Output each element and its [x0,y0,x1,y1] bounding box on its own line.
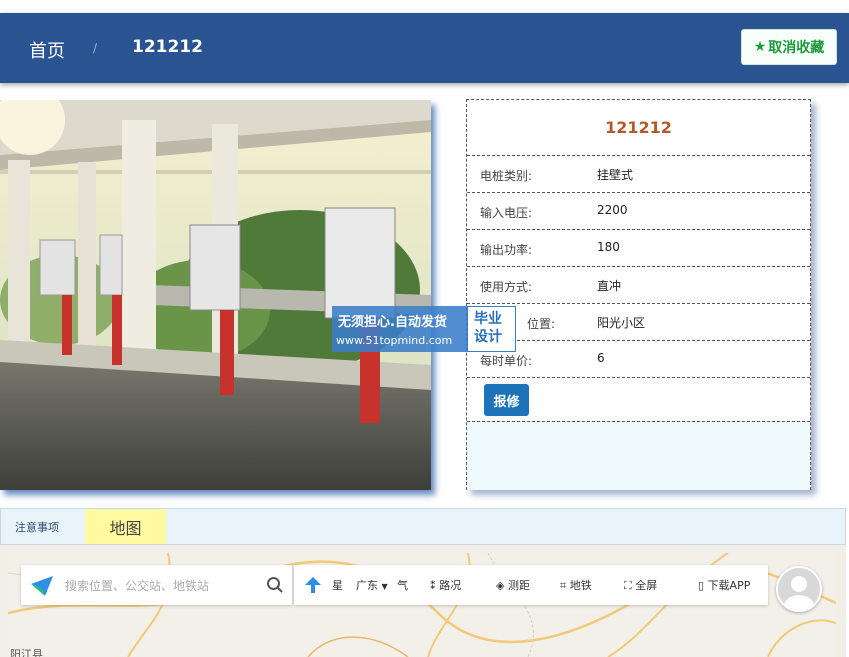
row-label: 位置: [527,317,556,331]
watermark: 无须担心.自动发货 www.51topmind.com 毕业 设计 [332,306,516,352]
row-label: 电桩类别: [480,169,533,183]
row-label: 使用方式: [480,280,533,294]
charging-station-image [0,100,431,490]
watermark-badge-line2: 设计 [474,329,502,345]
watermark-badge: 毕业 设计 [467,306,516,352]
panel-footer [467,421,810,490]
subway-label: 地铁 [569,579,592,592]
watermark-line1: 无须担心.自动发货 [338,315,447,330]
watermark-badge-line1: 毕业 [474,311,502,327]
detail-row-location: 位置: 阳光小区 [467,303,810,341]
row-value: 180 [597,240,620,254]
charging-station-photo [0,100,431,490]
route-icon[interactable] [304,576,322,594]
avatar[interactable] [776,566,822,612]
tool-download-app[interactable]: ▯ 下载APP [698,577,750,593]
tool-measure[interactable]: ◈ 测距 [496,577,530,593]
measure-label: 测距 [507,579,530,592]
detail-row-usage: 使用方式: 直冲 [467,266,810,304]
top-header: 首页 / 121212 ★ 取消收藏 [0,13,849,83]
tool-weather[interactable]: 气 [397,577,408,593]
unfavorite-label: 取消收藏 [768,40,825,56]
traffic-icon: ⁑ [430,579,436,592]
map-logo-icon [31,576,53,596]
star-icon: ★ [753,39,767,55]
fullscreen-label: 全屏 [635,579,658,592]
search-icon[interactable] [266,576,284,594]
phone-icon: ▯ [698,579,705,592]
detail-row-output-power: 输出功率: 180 [467,229,810,267]
station-detail-panel: 121212 电桩类别: 挂壁式 输入电压: 2200 输出功率: 180 使用… [466,99,811,490]
row-value: 挂壁式 [597,168,634,182]
row-label: 输入电压: [480,206,533,220]
watermark-text: 无须担心.自动发货 www.51topmind.com [332,306,467,352]
detail-row-type: 电桩类别: 挂壁式 [467,155,810,193]
region-label: 广东 [356,579,378,592]
tool-traffic[interactable]: ⁑ 路况 [430,577,461,593]
map-search-bar[interactable]: 搜索位置、公交站、地铁站 [21,565,292,605]
subway-icon: ⌗ [560,579,567,592]
row-value: 阳光小区 [597,316,646,330]
breadcrumb-home[interactable]: 首页 [29,37,65,63]
station-title: 121212 [605,118,672,137]
breadcrumb-separator: / [93,41,98,55]
watermark-url: www.51topmind.com [336,334,453,347]
tool-star[interactable]: 星 [332,577,343,593]
region-select[interactable]: 广东 ▼ [356,577,388,593]
detail-row-input-voltage: 输入电压: 2200 [467,192,810,230]
user-icon [778,568,820,610]
repair-row: 报修 [467,377,810,422]
ruler-icon: ◈ [496,579,505,592]
row-value: 6 [597,351,605,365]
row-label: 每时单价: [480,354,533,368]
download-label: 下载APP [707,579,751,592]
row-value: 2200 [597,203,628,217]
tool-subway[interactable]: ⌗ 地铁 [560,577,592,593]
breadcrumb-current: 121212 [132,37,203,57]
map-toolbar: 星 广东 ▼ 气 ⁑ 路况 ◈ 测距 ⌗ 地铁 ⛶ 全屏 ▯ 下载APP [294,565,768,605]
tab-notice[interactable]: 注意事项 [15,519,59,535]
row-value: 直冲 [597,279,622,293]
tool-fullscreen[interactable]: ⛶ 全屏 [624,577,657,593]
traffic-label: 路况 [439,579,462,592]
tab-bar: 注意事项 地图 [0,508,846,545]
row-label: 输出功率: [480,243,533,257]
map-search-input[interactable]: 搜索位置、公交站、地铁站 [65,577,209,594]
detail-row-price: 每时单价: 6 [467,340,810,378]
unfavorite-button[interactable]: ★ 取消收藏 [741,29,837,65]
chevron-down-icon: ▼ [381,582,388,591]
tab-map[interactable]: 地图 [85,509,166,544]
fullscreen-icon: ⛶ [624,579,632,592]
repair-button[interactable]: 报修 [484,384,529,416]
map-place-label: 阳江县 [10,648,43,657]
